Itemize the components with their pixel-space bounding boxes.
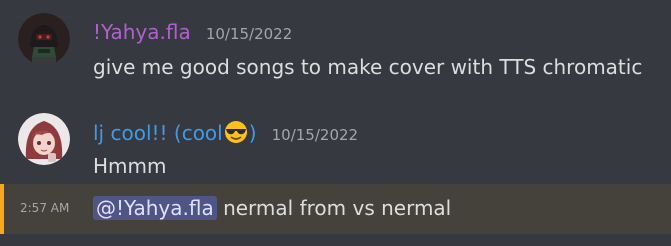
message-group-2: lj cool!! (cool) 10/15/2022 Hmmm [0, 100, 671, 184]
author-name[interactable]: lj cool!! (cool) [93, 121, 257, 145]
author-name-text: lj cool!! (cool [93, 121, 223, 145]
sunglasses-emoji-icon [223, 120, 249, 149]
chat-messages: !Yahya.fla 10/15/2022 give me good songs… [0, 0, 671, 246]
timestamp: 10/15/2022 [205, 25, 293, 43]
dark-hooded-character-avatar-icon [18, 13, 70, 65]
message-text-rest: nermal from vs nermal [216, 196, 452, 220]
user-mention[interactable]: @!Yahya.fla [93, 196, 217, 220]
anime-girl-avatar-icon [18, 113, 70, 165]
author-name-suffix: ) [248, 121, 257, 145]
message-header: !Yahya.fla 10/15/2022 [93, 20, 292, 46]
author-name[interactable]: !Yahya.fla [93, 20, 191, 44]
message-text: @!Yahya.fla nermal from vs nermal [93, 195, 451, 221]
avatar[interactable] [18, 113, 70, 165]
message-text: Hmmm [93, 154, 167, 178]
timestamp: 10/15/2022 [271, 126, 359, 144]
message-side-timestamp: 2:57 AM [20, 201, 70, 215]
message-header: lj cool!! (cool) 10/15/2022 [93, 120, 358, 149]
avatar[interactable] [18, 13, 70, 65]
mention-highlighted-message: 2:57 AM @!Yahya.fla nermal from vs nerma… [0, 184, 671, 234]
message-group-1: !Yahya.fla 10/15/2022 give me good songs… [0, 0, 671, 95]
message-text: give me good songs to make cover with TT… [93, 55, 643, 79]
mention-highlight-bar [0, 184, 4, 234]
